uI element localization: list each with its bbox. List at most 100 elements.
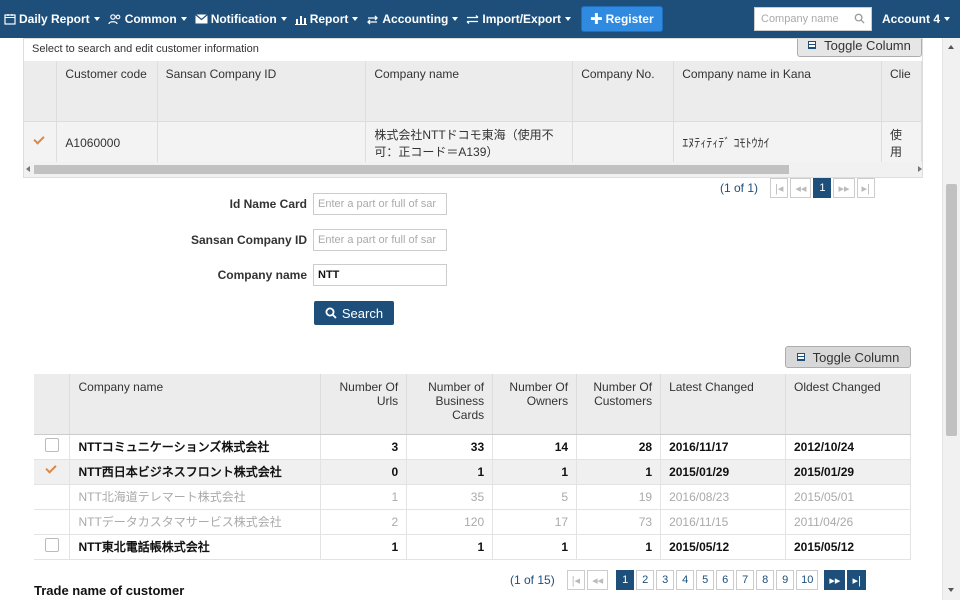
col-customer-code[interactable]: Customer code [56, 61, 158, 121]
number-of-business-cards: 1 [406, 534, 494, 560]
number-of-customers: 73 [576, 509, 662, 535]
checkmark-icon [45, 463, 59, 477]
col-company-no[interactable]: Company No. [572, 61, 675, 121]
oldest-changed: 2015/01/29 [785, 459, 911, 485]
next-page-button[interactable]: ▸▸ [824, 570, 846, 590]
page-button[interactable]: 7 [736, 570, 755, 590]
col-company-name-kana[interactable]: Company name in Kana [673, 61, 883, 121]
page-button[interactable]: 10 [796, 570, 819, 590]
users-icon [108, 13, 125, 25]
page-button[interactable]: 9 [776, 570, 795, 590]
first-page-button[interactable]: |◂ [566, 570, 586, 590]
nav-item-report[interactable]: Report [291, 12, 363, 26]
results-pager: (1 of 15) |◂ ◂◂ 1 2 3 4 5 6 7 8 9 10 ▸▸ ▸| [510, 570, 868, 590]
row-check[interactable] [34, 459, 71, 485]
search-icon [325, 307, 337, 319]
nav-item-daily-report[interactable]: Daily Report [0, 12, 104, 26]
page-button[interactable]: 5 [696, 570, 715, 590]
toggle-column-button[interactable]: Toggle Column [785, 346, 911, 368]
list-icon [808, 41, 817, 49]
sansan-company-id [157, 120, 367, 164]
page-button[interactable]: 4 [676, 570, 695, 590]
col-oldest-changed[interactable]: Oldest Changed [785, 374, 911, 435]
col-number-of-business-cards[interactable]: Number of Business Cards [406, 374, 494, 435]
table-row[interactable]: NTT北海道テレマート株式会社 1 35 5 19 2016/08/23 2015/05/0… [34, 484, 911, 510]
hscroll-thumb[interactable] [34, 165, 789, 174]
prev-page-button[interactable]: ◂◂ [587, 570, 609, 590]
id-name-card-input[interactable]: Enter a part or full of sar [313, 193, 447, 215]
row-check[interactable] [34, 534, 71, 560]
customer-panel: Select to search and edit customer infor… [23, 38, 923, 178]
customer-table-header: Customer code Sansan Company ID Company … [24, 61, 922, 121]
company-name-kana: ｴﾇﾃｨﾃｨﾃﾞ ｺﾓﾄｳｶｲ [673, 120, 883, 164]
number-of-customers: 28 [576, 434, 662, 460]
nav-item-label: Common [124, 12, 177, 26]
id-name-card-row: Id Name Card Enter a part or full of sar [167, 193, 447, 215]
table-row[interactable]: NTTデータカスタマサービス株式会社 2 120 17 73 2016/11/15 2011… [34, 509, 911, 535]
page-scrollbar[interactable] [942, 38, 960, 600]
page-button[interactable]: 1 [813, 178, 832, 198]
col-company-name[interactable]: Company name [365, 61, 574, 121]
scroll-down-icon[interactable] [948, 588, 954, 592]
nav-item-common[interactable]: Common [104, 12, 191, 26]
next-page-button[interactable]: ▸▸ [833, 178, 855, 198]
toggle-column-label: Toggle Column [812, 349, 900, 365]
col-client[interactable]: Clie [881, 61, 922, 121]
checkbox[interactable] [44, 438, 59, 452]
customer-row-check[interactable] [24, 120, 58, 164]
number-of-business-cards: 1 [406, 459, 494, 485]
latest-changed: 2015/05/12 [660, 534, 786, 560]
number-of-urls: 0 [320, 459, 408, 485]
checkbox[interactable] [44, 538, 59, 552]
col-number-of-urls[interactable]: Number Of Urls [320, 374, 408, 435]
col-number-of-owners[interactable]: Number Of Owners [492, 374, 578, 435]
sansan-company-id-row: Sansan Company ID Enter a part or full o… [167, 229, 447, 251]
register-button[interactable]: ✚ Register [581, 6, 663, 32]
nav-item-label: Import/Export [482, 12, 562, 26]
page-button[interactable]: 6 [716, 570, 735, 590]
customer-table-hscroll[interactable] [24, 162, 922, 177]
search-button[interactable]: Search [314, 301, 394, 325]
results-table: Company name Number Of Urls Number of Bu… [34, 374, 911, 560]
table-row[interactable]: NTT東北電話帳株式会社 1 1 1 1 2015/05/12 2015/05/12 [34, 534, 911, 560]
page-button[interactable]: 3 [656, 570, 675, 590]
prev-page-button[interactable]: ◂◂ [790, 178, 812, 198]
col-latest-changed[interactable]: Latest Changed [660, 374, 786, 435]
company-name-input[interactable]: NTT [313, 264, 447, 286]
page-button[interactable]: 1 [616, 570, 635, 590]
row-check[interactable] [34, 509, 71, 535]
page-numbers: 1 2 3 4 5 6 7 8 9 10 [616, 570, 820, 590]
top-navbar: Daily Report Common Notification Report Acco… [0, 0, 960, 38]
company-search-input[interactable]: Company name [754, 7, 872, 31]
scroll-right-icon[interactable] [918, 166, 922, 172]
nav-item-accounting[interactable]: Accounting [362, 12, 462, 26]
table-row[interactable]: NTTコミュニケーションズ株式会社 3 33 14 28 2016/11/17 2012/1… [34, 434, 911, 460]
row-check[interactable] [34, 484, 71, 510]
scroll-up-icon[interactable] [948, 45, 954, 49]
nav-item-import-export[interactable]: Import/Export [462, 12, 575, 26]
nav-menu: Daily Report Common Notification Report Acco… [0, 12, 575, 26]
customer-pager-info: (1 of 1) [720, 181, 759, 195]
col-company-name[interactable]: Company name [69, 374, 322, 435]
sansan-company-id-input[interactable]: Enter a part or full of sar [313, 229, 447, 251]
toggle-column-button-top[interactable]: Toggle Column [797, 39, 922, 57]
row-check[interactable] [34, 434, 71, 460]
page-button[interactable]: 2 [636, 570, 655, 590]
first-page-button[interactable]: |◂ [770, 178, 789, 198]
number-of-business-cards: 35 [406, 484, 494, 510]
scroll-left-icon[interactable] [26, 166, 30, 172]
exchange-icon [366, 14, 382, 25]
table-row[interactable]: NTT西日本ビジネスフロント株式会社 0 1 1 1 2015/01/29 2015/01/… [34, 459, 911, 485]
scrollbar-thumb[interactable] [946, 184, 957, 436]
results-pager-info: (1 of 15) [510, 573, 555, 587]
col-number-of-customers[interactable]: Number Of Customers [576, 374, 662, 435]
page-button[interactable]: 8 [756, 570, 775, 590]
last-page-button[interactable]: ▸| [847, 570, 866, 590]
nav-item-notification[interactable]: Notification [191, 12, 291, 26]
number-of-customers: 1 [576, 534, 662, 560]
col-sansan-company-id[interactable]: Sansan Company ID [157, 61, 367, 121]
last-page-button[interactable]: ▸| [856, 178, 875, 198]
account-menu[interactable]: Account 4 [882, 12, 951, 26]
customer-pager: (1 of 1) |◂ ◂◂ 1 ▸▸ ▸| [720, 178, 877, 198]
customer-row[interactable]: A1060000 株式会社NTTドコモ東海（使用不可：正コード＝A139） ｴﾇ… [24, 120, 922, 164]
